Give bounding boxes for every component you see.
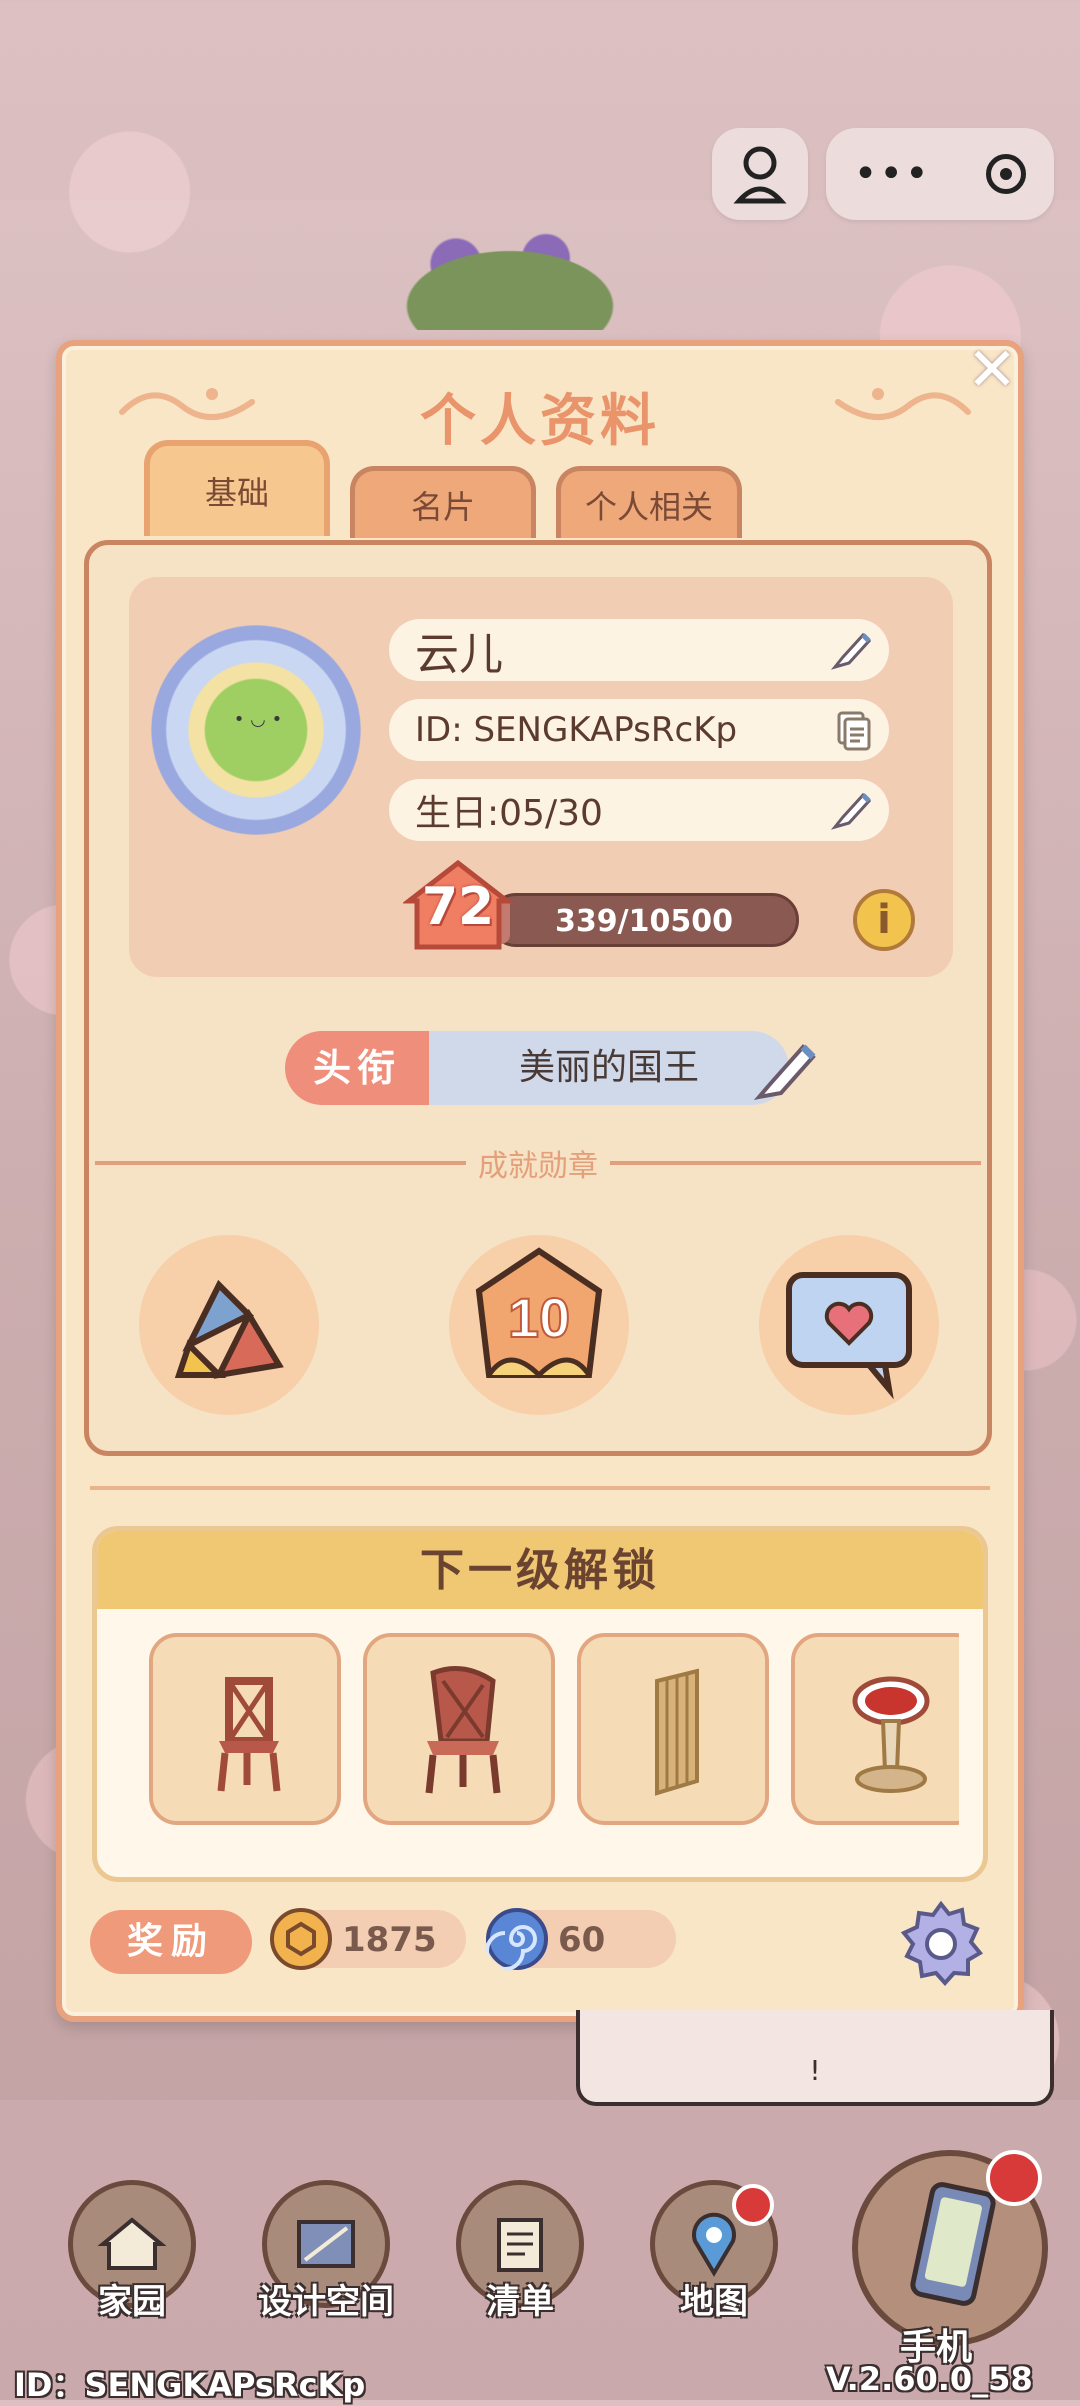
wooden-chair-icon (425, 1666, 501, 1794)
gem-count: 60 (558, 1920, 606, 1960)
id-field: ID: SENGKAPsRcKp (389, 699, 889, 761)
info-button[interactable]: i (853, 889, 915, 951)
profile-card: • ◡ • 云儿 ID: SENGKAPsRcKp 生日:05/30 339/1… (129, 577, 953, 977)
bubble-text: ! (809, 2054, 821, 2087)
section-divider (90, 1486, 990, 1490)
avatar[interactable]: • ◡ • (151, 625, 361, 835)
ornament-right (835, 388, 971, 420)
tab-label: 个人相关 (584, 487, 713, 526)
title-value: 美丽的国王 (429, 1031, 789, 1105)
nav-label: 地图 (680, 2282, 748, 2322)
unlock-item-fountain[interactable] (791, 1633, 959, 1825)
basic-tab-content: • ◡ • 云儿 ID: SENGKAPsRcKp 生日:05/30 339/1… (84, 540, 992, 1456)
footer-player-id: ID：SENGKAPsRcKp (14, 2366, 366, 2404)
mini-program-capsule: ••• (826, 128, 1054, 220)
background-speech-bubble: ! (576, 2010, 1054, 2106)
nav-list[interactable]: 清单 (450, 2180, 590, 2330)
player-title-row: 头衔 美丽的国王 (285, 1031, 845, 1105)
nav-label: 清单 (486, 2282, 554, 2322)
player-level: 72 (421, 877, 495, 937)
chair-icon (217, 1677, 281, 1792)
swirl-gem-icon (485, 1908, 548, 1971)
tab-label: 名片 (410, 487, 475, 526)
avatar-face: • ◡ • (233, 709, 283, 730)
reward-label: 奖励 (90, 1910, 252, 1974)
close-icon[interactable]: ✕ (960, 340, 1024, 404)
coin-count: 1875 (342, 1920, 437, 1960)
wooden-door-icon (655, 1668, 699, 1796)
copy-icon[interactable] (829, 707, 875, 753)
unlock-item-door[interactable] (577, 1633, 769, 1825)
ellipsis-icon[interactable]: ••• (854, 154, 931, 194)
nav-design-space[interactable]: 设计空间 (256, 2180, 396, 2330)
edit-pencil-icon[interactable] (829, 627, 875, 673)
edit-pencil-icon[interactable] (829, 787, 875, 833)
wisteria-decoration (330, 210, 690, 330)
notification-dot (732, 2184, 774, 2226)
tab-card[interactable]: 名片 (350, 466, 536, 538)
achievement-label: 成就勋章 (89, 1141, 987, 1185)
coin-icon (270, 1908, 332, 1970)
gem-resource: 60 (485, 1908, 676, 1971)
nav-label: 家园 (98, 2282, 166, 2322)
experience-bar: 339/10500 (489, 893, 799, 947)
unlock-item-chair[interactable] (149, 1633, 341, 1825)
level-medal-icon[interactable]: 10 (439, 1225, 639, 1425)
experience-text: 339/10500 (555, 904, 733, 939)
tab-personal[interactable]: 个人相关 (556, 466, 742, 538)
notification-dot (986, 2150, 1042, 2206)
nav-label: 设计空间 (258, 2282, 394, 2322)
nav-map[interactable]: 地图 (644, 2180, 784, 2330)
player-id: ID: SENGKAPsRcKp (415, 710, 738, 750)
app-version: V.2.60.0_58 (826, 2360, 1033, 2398)
recycle-medal-icon[interactable] (129, 1225, 329, 1425)
unlock-items (149, 1633, 959, 1833)
player-name: 云儿 (415, 629, 503, 680)
player-birthday: 生日:05/30 (415, 793, 603, 834)
fountain-icon (852, 1676, 930, 1793)
chat-heart-medal-icon[interactable] (749, 1225, 949, 1425)
tab-label: 基础 (204, 474, 269, 512)
nav-phone[interactable] (852, 2150, 1048, 2346)
unlock-item-wooden-chair[interactable] (363, 1633, 555, 1825)
medal-number: 10 (508, 1286, 570, 1349)
target-icon[interactable] (986, 154, 1027, 194)
title-tag: 头衔 (285, 1031, 429, 1105)
user-capsule-button[interactable] (712, 128, 808, 220)
coin-resource: 1875 (270, 1908, 466, 1970)
next-level-unlock: 下一级解锁 (92, 1526, 988, 1882)
unlock-title: 下一级解锁 (97, 1531, 983, 1609)
phone-icon (910, 2182, 996, 2306)
gear-icon[interactable] (896, 1898, 986, 1988)
tab-basic[interactable]: 基础 (144, 440, 330, 536)
user-icon (733, 146, 787, 204)
birthday-field: 生日:05/30 (389, 779, 889, 841)
edit-pencil-icon[interactable] (751, 1037, 821, 1107)
name-field: 云儿 (389, 619, 889, 681)
nav-home[interactable]: 家园 (62, 2180, 202, 2330)
